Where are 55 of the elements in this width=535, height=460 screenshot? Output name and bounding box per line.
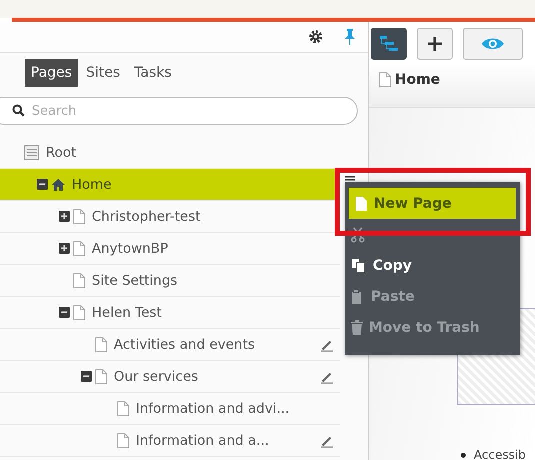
tree-item[interactable]: Information and advi...: [0, 393, 340, 425]
search-icon: [12, 104, 25, 117]
tree-item-label: Information and a...: [136, 432, 270, 448]
expand-icon[interactable]: [59, 243, 70, 254]
bullet-icon: [461, 452, 466, 458]
tree-item[interactable]: AnytownBP: [0, 233, 340, 265]
page-icon: [73, 304, 86, 320]
page-icon: [379, 72, 392, 88]
collapse-icon[interactable]: [37, 179, 48, 190]
panel-tab[interactable]: Tasks: [128, 59, 178, 87]
tree-item[interactable]: Site Settings: [0, 265, 340, 297]
tree-item-label: Site Settings: [92, 272, 178, 288]
tree-item[interactable]: Christopher-test: [0, 201, 340, 233]
tree-item-label: Christopher-test: [92, 208, 201, 224]
collapse-icon[interactable]: [81, 371, 92, 382]
tree-item-label: Helen Test: [92, 304, 162, 320]
page-icon: [95, 368, 108, 384]
page-title: Home: [395, 72, 440, 88]
scissors-icon: [351, 226, 365, 242]
tree-icon: [379, 35, 399, 53]
menu-item[interactable]: Copy: [345, 250, 520, 281]
pin-icon[interactable]: [344, 28, 356, 46]
collapse-icon[interactable]: [59, 307, 70, 318]
add-button[interactable]: [417, 28, 453, 60]
copy-icon: [351, 258, 367, 274]
page-icon: [73, 240, 86, 256]
list-icon: [24, 144, 40, 160]
expand-icon[interactable]: [59, 211, 70, 222]
tree-item[interactable]: Our services: [0, 361, 340, 393]
page-icon: [73, 272, 86, 288]
page-icon: [73, 208, 86, 224]
tree-item-label: Our services: [114, 368, 198, 384]
page-icon: [117, 432, 130, 448]
tree-item-label: AnytownBP: [92, 240, 168, 256]
content-text: Accessib: [474, 448, 526, 460]
page-icon: [117, 400, 130, 416]
settings-icon[interactable]: [308, 29, 324, 45]
menu-item[interactable]: New Page: [349, 188, 516, 219]
panel-tab[interactable]: Pages: [25, 59, 78, 87]
home-icon: [51, 178, 66, 192]
menu-icon[interactable]: [345, 176, 355, 182]
tree-item-label: Home: [72, 176, 112, 192]
tree-item[interactable]: Information and a...: [0, 425, 340, 457]
tree-view-button[interactable]: [371, 28, 407, 60]
tree-item-label: Root: [46, 144, 77, 160]
page-icon: [95, 336, 108, 352]
plus-icon: [427, 36, 443, 52]
eye-icon: [481, 36, 505, 52]
tree-item-label: Activities and events: [114, 336, 256, 352]
search-field[interactable]: Search: [0, 97, 358, 125]
tree-item[interactable]: Activities and events: [0, 329, 340, 361]
trash-icon: [351, 320, 363, 335]
tree-item-label: Information and advi...: [136, 400, 290, 416]
tree-item[interactable]: Helen Test: [0, 297, 340, 329]
panel-tab[interactable]: Sites: [80, 59, 126, 87]
